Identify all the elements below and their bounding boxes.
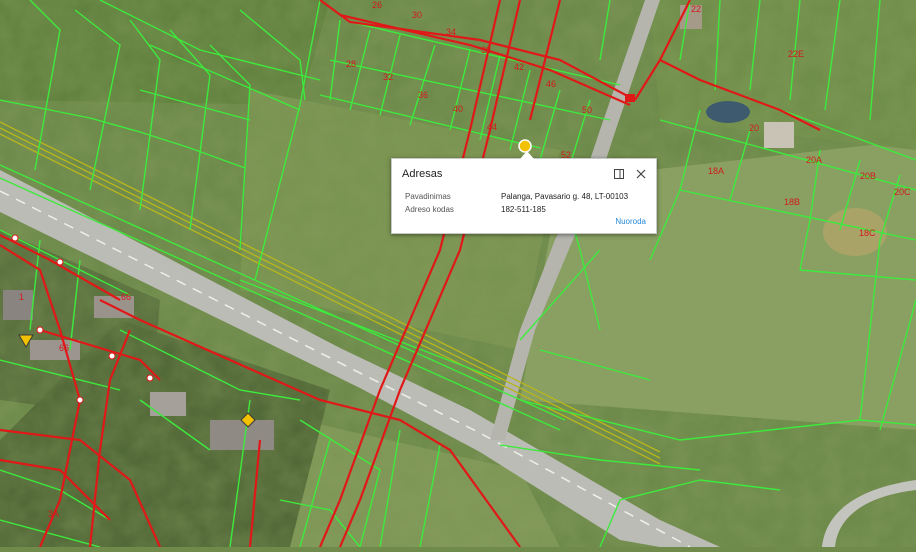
parcel-label: 28 [346,59,357,69]
road-marker [625,94,635,102]
parcel-label: 18A [708,166,725,176]
parcel-label: 66 [121,292,132,302]
address-name-value: Palanga, Pavasario g. 48, LT-00103 [501,192,629,201]
maximize-icon[interactable] [613,168,625,180]
parcel-label: 40 [453,104,464,114]
pond [706,101,750,123]
close-icon[interactable] [635,168,647,180]
parcel-label: 32 [383,72,394,82]
link-button[interactable]: Nuoroda [615,217,646,226]
parcel-label: 18C [859,228,876,238]
building-w1 [3,290,33,320]
map-canvas[interactable] [0,0,916,548]
parcel-label: 18B [784,197,801,207]
parcel-label: 50 [582,105,593,115]
location-marker-icon[interactable] [240,412,256,428]
parcel-label: 26 [372,0,383,10]
address-popup: Adresas Pavadinimas Palanga, Pavasario g… [391,151,657,234]
popup-title: Adresas [402,168,443,180]
address-code-value: 182-511-185 [501,205,546,214]
parcel-label: 44 [487,122,498,132]
address-code-label: Adreso kodas [405,205,454,214]
location-marker-icon[interactable] [18,334,34,348]
parcel-label: 22E [788,49,805,59]
parcel-label: 22 [691,4,702,14]
address-name-label: Pavadinimas [405,192,451,201]
parcel-label: 20 [749,123,760,133]
parcel-label: 3A [48,509,60,519]
parcel-label: 20A [806,155,823,165]
parcel-label: 30 [412,10,423,20]
parcel-label: 66 [59,343,70,353]
parcel-label: 20C [894,187,911,197]
parcel-label: 1 [19,292,25,302]
building-w3 [150,392,186,416]
parcel-label: 36 [418,90,429,100]
parcel-label: 34 [446,27,457,37]
parcel-label: 46 [546,79,557,89]
cadastral-map[interactable]: 26 30 34 38 42 46 50 28 32 36 40 44 52 2… [0,0,916,548]
building-ne [764,122,794,148]
building-w5 [30,340,80,360]
parcel-label: 42 [514,62,525,72]
parcel-label: 20B [860,171,877,181]
parcel-label: 38 [481,45,492,55]
